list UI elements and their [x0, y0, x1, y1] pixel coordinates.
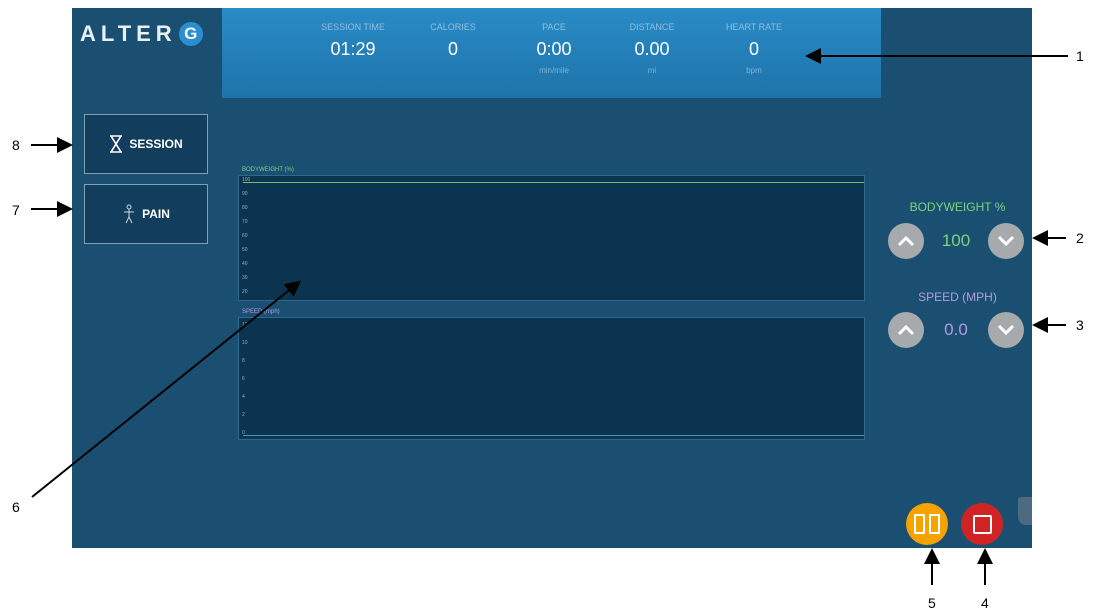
callout-number-1: 1 [1076, 48, 1084, 64]
callout-number-8: 8 [12, 137, 20, 153]
callout-number-5: 5 [928, 595, 936, 611]
callout-number-6: 6 [12, 499, 20, 515]
callout-number-7: 7 [12, 202, 20, 218]
callout-number-3: 3 [1076, 317, 1084, 333]
callout-number-2: 2 [1076, 230, 1084, 246]
callout-arrows [31, 48, 1068, 585]
callout-arrow-6 [31, 280, 302, 498]
callout-number-4: 4 [981, 595, 989, 611]
